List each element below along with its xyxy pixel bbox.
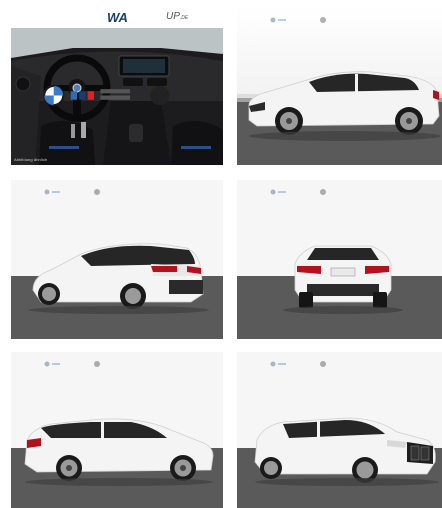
- image-caption: Abbildung ähnlich: [14, 157, 48, 162]
- exterior-photo-rear-quarter: [11, 180, 223, 339]
- exterior-photo-front-quarter: [237, 352, 442, 508]
- gallery-thumb-rear-three-quarter[interactable]: [11, 180, 223, 339]
- brand-logos: [43, 84, 170, 107]
- gallery-thumb-side-left[interactable]: [11, 352, 223, 508]
- dealer-header: WA UP.DE: [11, 6, 223, 107]
- exterior-photo-rear: [237, 180, 442, 339]
- dealer-brand: WA: [107, 10, 128, 25]
- exterior-photo-side: [237, 6, 442, 165]
- dealer-suffix: UP.DE: [166, 11, 189, 22]
- gallery-thumb-side-right[interactable]: [237, 6, 442, 165]
- gallery-thumb-interior[interactable]: WA UP.DE Abbildung ähnlich: [11, 6, 223, 165]
- image-gallery: WA UP.DE Abbildung ähnlich: [0, 0, 442, 508]
- gallery-thumb-rear[interactable]: [237, 180, 442, 339]
- gallery-thumb-front-three-quarter[interactable]: [237, 352, 442, 508]
- exterior-photo-side-left: [11, 352, 223, 508]
